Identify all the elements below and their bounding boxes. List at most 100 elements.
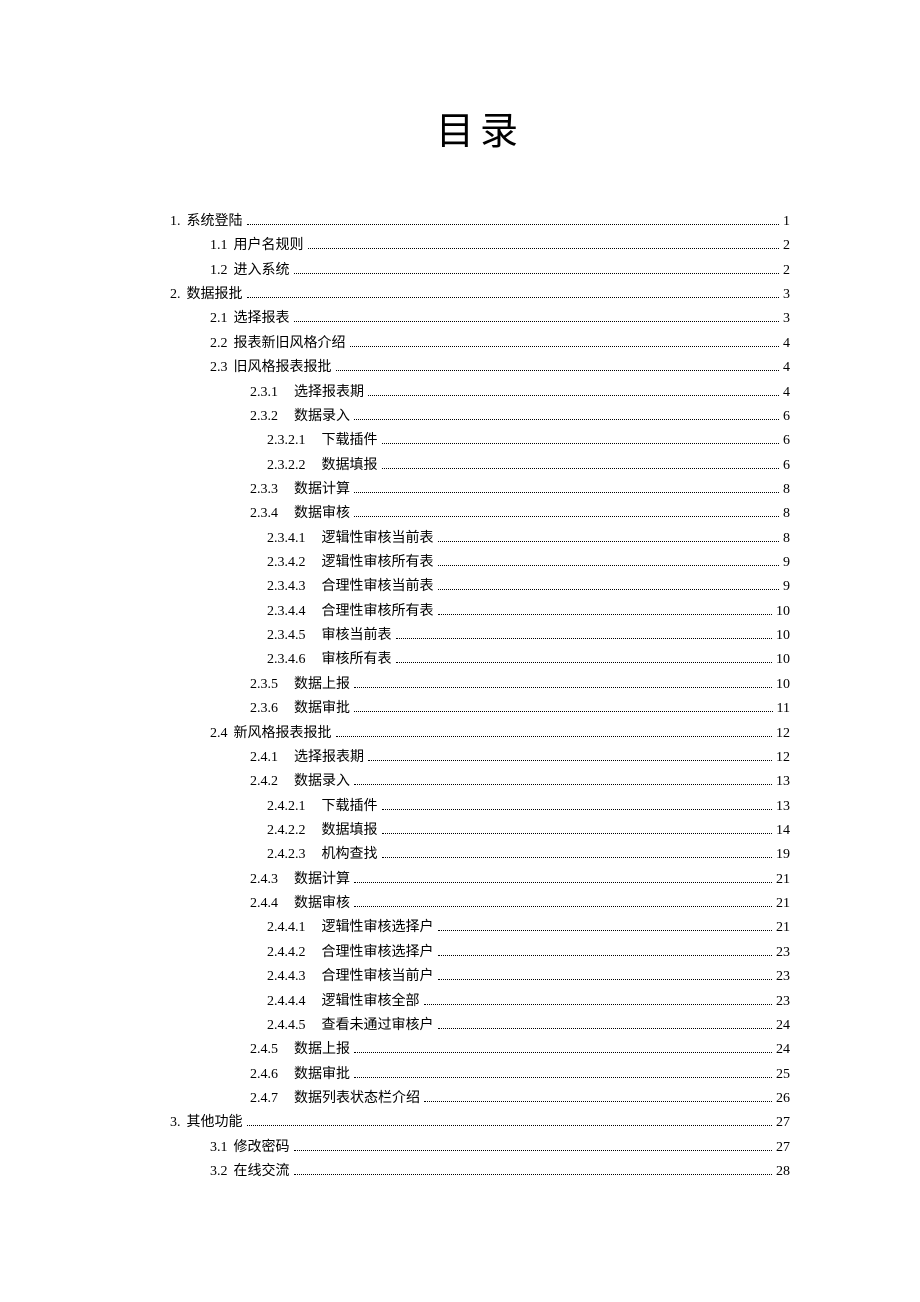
toc-entry-page: 26 xyxy=(776,1087,790,1111)
toc-entry-leader xyxy=(350,346,780,347)
toc-entry-text: 旧风格报表报批 xyxy=(234,356,332,380)
toc-entry-number: 2.3.5 xyxy=(250,673,294,697)
toc-entry-page: 12 xyxy=(776,746,790,770)
toc-entry-leader xyxy=(354,516,779,517)
toc-entry-leader xyxy=(336,370,780,371)
toc-entry-leader xyxy=(382,443,780,444)
toc-entry-number: 2.4.1 xyxy=(250,746,294,770)
toc-entry: 2.4新风格报表报批12 xyxy=(170,722,790,746)
toc-entry-text: 查看未通过审核户 xyxy=(322,1014,434,1038)
toc-entry-leader xyxy=(438,979,773,980)
toc-entry-page: 23 xyxy=(776,965,790,989)
toc-list: 1.系统登陆11.1用户名规则21.2进入系统22.数据报批32.1选择报表32… xyxy=(170,210,790,1184)
toc-entry-leader xyxy=(354,882,772,883)
toc-entry-page: 9 xyxy=(783,551,790,575)
toc-entry-leader xyxy=(382,857,773,858)
toc-entry: 2.4.2.2数据填报14 xyxy=(170,819,790,843)
toc-entry-page: 8 xyxy=(783,527,790,551)
toc-entry-leader xyxy=(294,321,780,322)
toc-entry-text: 数据录入 xyxy=(294,770,350,794)
toc-entry-leader xyxy=(438,930,773,931)
toc-entry-page: 9 xyxy=(783,575,790,599)
toc-entry-text: 下载插件 xyxy=(322,429,378,453)
toc-entry-text: 选择报表 xyxy=(234,307,290,331)
toc-entry-text: 审核当前表 xyxy=(322,624,392,648)
toc-entry: 2.4.4数据审核21 xyxy=(170,892,790,916)
toc-entry-leader xyxy=(354,1052,772,1053)
toc-title: 目录 xyxy=(170,100,790,155)
toc-entry: 1.1用户名规则2 xyxy=(170,234,790,258)
toc-entry: 2.4.4.2合理性审核选择户23 xyxy=(170,941,790,965)
toc-entry-number: 2.3.4.2 xyxy=(267,551,322,575)
toc-entry: 2.3.4.1逻辑性审核当前表8 xyxy=(170,527,790,551)
toc-entry-text: 逻辑性审核当前表 xyxy=(322,527,434,551)
toc-entry-leader xyxy=(354,1077,772,1078)
toc-entry: 1.2进入系统2 xyxy=(170,259,790,283)
toc-entry-page: 2 xyxy=(783,259,790,283)
toc-entry-leader xyxy=(396,638,773,639)
toc-entry-page: 1 xyxy=(783,210,790,234)
toc-entry: 2.3.4.4合理性审核所有表10 xyxy=(170,600,790,624)
toc-entry-page: 14 xyxy=(776,819,790,843)
toc-entry-page: 3 xyxy=(783,283,790,307)
toc-entry: 2.3.2.1下载插件6 xyxy=(170,429,790,453)
toc-entry-number: 2.4.4.2 xyxy=(267,941,322,965)
toc-entry: 3.2在线交流28 xyxy=(170,1160,790,1184)
toc-entry-page: 6 xyxy=(783,405,790,429)
toc-entry-page: 21 xyxy=(776,892,790,916)
toc-entry-text: 系统登陆 xyxy=(187,210,243,234)
toc-entry: 3.1修改密码27 xyxy=(170,1136,790,1160)
toc-entry-leader xyxy=(438,955,773,956)
toc-entry-text: 数据计算 xyxy=(294,868,350,892)
toc-entry-leader xyxy=(308,248,780,249)
toc-entry-leader xyxy=(438,589,780,590)
toc-entry-text: 数据审批 xyxy=(294,697,350,721)
toc-entry: 2.4.6数据审批25 xyxy=(170,1063,790,1087)
toc-entry-leader xyxy=(294,1174,773,1175)
toc-entry: 2.3.4.2逻辑性审核所有表 9 xyxy=(170,551,790,575)
toc-entry-number: 2.2 xyxy=(210,332,234,356)
toc-entry-page: 13 xyxy=(776,770,790,794)
toc-entry-number: 2.3.4.3 xyxy=(267,575,322,599)
toc-entry-leader xyxy=(247,297,780,298)
toc-entry-number: 2.4.4.4 xyxy=(267,990,322,1014)
toc-entry-text: 选择报表期 xyxy=(294,746,364,770)
toc-entry: 2.4.2.3机构查找19 xyxy=(170,843,790,867)
toc-entry-page: 24 xyxy=(776,1014,790,1038)
toc-entry-page: 23 xyxy=(776,990,790,1014)
toc-entry-text: 修改密码 xyxy=(234,1136,290,1160)
toc-entry-number: 2.3.4 xyxy=(250,502,294,526)
toc-entry: 2.2报表新旧风格介绍4 xyxy=(170,332,790,356)
toc-entry-leader xyxy=(396,662,773,663)
toc-entry: 2.3旧风格报表报批4 xyxy=(170,356,790,380)
toc-entry-text: 数据列表状态栏介绍 xyxy=(294,1087,420,1111)
toc-entry-number: 2.4.4.5 xyxy=(267,1014,322,1038)
toc-entry-page: 6 xyxy=(783,454,790,478)
toc-entry-page: 4 xyxy=(783,332,790,356)
toc-entry-text: 其他功能 xyxy=(187,1111,243,1135)
toc-entry-page: 23 xyxy=(776,941,790,965)
toc-entry-text: 进入系统 xyxy=(234,259,290,283)
toc-entry: 2.3.4.3合理性审核当前表9 xyxy=(170,575,790,599)
toc-entry-leader xyxy=(382,809,773,810)
toc-entry-number: 2.3.2 xyxy=(250,405,294,429)
toc-entry: 2.3.4.6审核所有表10 xyxy=(170,648,790,672)
toc-entry-page: 11 xyxy=(777,697,790,721)
toc-entry-text: 数据上报 xyxy=(294,1038,350,1062)
toc-entry: 2.3.2.2数据填报6 xyxy=(170,454,790,478)
toc-entry-text: 选择报表期 xyxy=(294,381,364,405)
toc-entry-text: 逻辑性审核所有表 xyxy=(322,551,434,575)
toc-entry-text: 用户名规则 xyxy=(234,234,304,258)
toc-entry-text: 数据填报 xyxy=(322,454,378,478)
toc-entry-text: 下载插件 xyxy=(322,795,378,819)
toc-entry: 2.数据报批3 xyxy=(170,283,790,307)
toc-entry-leader xyxy=(354,906,772,907)
toc-entry-leader xyxy=(294,1150,773,1151)
toc-entry-page: 25 xyxy=(776,1063,790,1087)
toc-entry-number: 3. xyxy=(170,1111,187,1135)
toc-entry-leader xyxy=(368,760,772,761)
toc-entry-leader xyxy=(247,224,780,225)
toc-entry-number: 2. xyxy=(170,283,187,307)
toc-entry-leader xyxy=(354,492,779,493)
toc-entry-text: 数据录入 xyxy=(294,405,350,429)
